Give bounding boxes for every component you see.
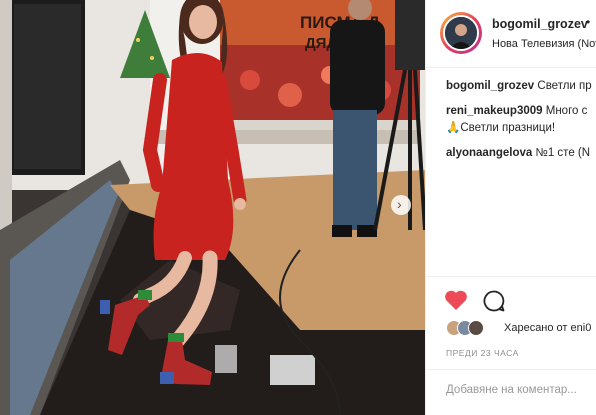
username-link[interactable]: bogomil_grozev [492, 17, 588, 31]
camera-rig [395, 0, 425, 70]
add-comment-input[interactable]: Добавяне на коментар... [446, 384, 577, 396]
comment-username[interactable]: reni_makeup3009 [446, 105, 543, 117]
comment-text: №1 сте (N [535, 147, 591, 159]
next-photo-button[interactable]: › [391, 195, 411, 215]
liker-avatar [468, 320, 484, 336]
post-side-panel: bogomil_grozev • Нова Телевизия (Nov bog… [425, 0, 596, 415]
comment-row: bogomil_grozev Светли пр [446, 78, 596, 95]
post-photo[interactable]: ПИСМА Д ДЯДО К [0, 0, 425, 415]
separator-dot: • [586, 15, 591, 29]
avatar-photo [445, 17, 477, 49]
likes-row[interactable]: Харесано от eni0 [446, 318, 596, 340]
comment-username[interactable]: alyonaangelova [446, 147, 532, 159]
camera-operator [330, 20, 385, 115]
post-timestamp[interactable]: ПРЕДИ 23 ЧАСА [446, 348, 519, 358]
location-link[interactable]: Нова Телевизия (Nov [492, 38, 596, 50]
comment-text: Светли пр [537, 80, 592, 92]
comment-row: alyonaangelova №1 сте (N [446, 145, 596, 162]
comment-row: reni_makeup3009 Много с [446, 103, 596, 120]
studio-scene: ПИСМА Д ДЯДО К [0, 0, 425, 415]
post-header: bogomil_grozev • Нова Телевизия (Nov [426, 0, 596, 68]
comments-list: bogomil_grozev Светли пр reni_makeup3009… [446, 78, 596, 162]
comment-text: 🙏Светли празници! [446, 122, 556, 134]
add-comment-bar: Добавяне на коментар... [426, 369, 596, 415]
chevron-right-icon: › [397, 196, 402, 212]
post-actions [426, 276, 596, 316]
comment-text: Много с [545, 105, 588, 117]
heart-icon[interactable] [444, 289, 468, 311]
comment-icon[interactable] [482, 289, 506, 313]
comment-username[interactable]: bogomil_grozev [446, 80, 534, 92]
likes-text: Харесано от eni0 [504, 322, 592, 334]
comment-row: 🙏Светли празници! [446, 120, 596, 137]
avatar[interactable] [440, 12, 482, 54]
